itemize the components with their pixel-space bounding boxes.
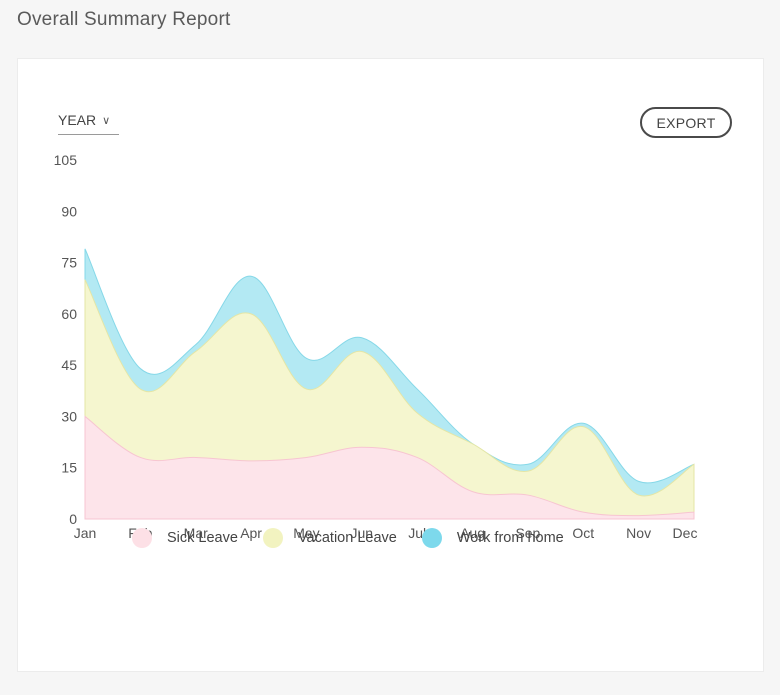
y-tick-label: 45 [61, 357, 77, 373]
legend-item-vacation-leave[interactable]: Vacation Leave [262, 528, 397, 548]
area-chart: 0153045607590105 JanFebMarAprMayJunJulAu… [54, 152, 698, 541]
y-tick-label: 105 [54, 152, 78, 168]
legend-item-work-from-home[interactable]: Work from home [421, 528, 564, 548]
chart-areas [84, 248, 695, 520]
legend-label: Work from home [456, 530, 564, 546]
y-tick-label: 75 [61, 255, 77, 271]
y-tick-label: 90 [61, 203, 77, 219]
legend-label: Vacation Leave [297, 530, 397, 546]
legend-swatch [421, 528, 442, 548]
y-tick-label: 15 [61, 460, 77, 476]
chart-legend: Sick Leave Vacation Leave Work from home [132, 528, 589, 548]
legend-label: Sick Leave [167, 530, 238, 546]
y-tick-label: 30 [61, 408, 77, 424]
x-tick-label: Dec [673, 525, 698, 541]
x-tick-label: Nov [626, 525, 651, 541]
legend-swatch [132, 528, 152, 548]
legend-item-sick-leave[interactable]: Sick Leave [132, 528, 238, 548]
legend-swatch [262, 528, 283, 548]
x-tick-label: Jan [74, 525, 97, 541]
y-axis: 0153045607590105 [54, 152, 78, 527]
y-tick-label: 60 [61, 306, 77, 322]
